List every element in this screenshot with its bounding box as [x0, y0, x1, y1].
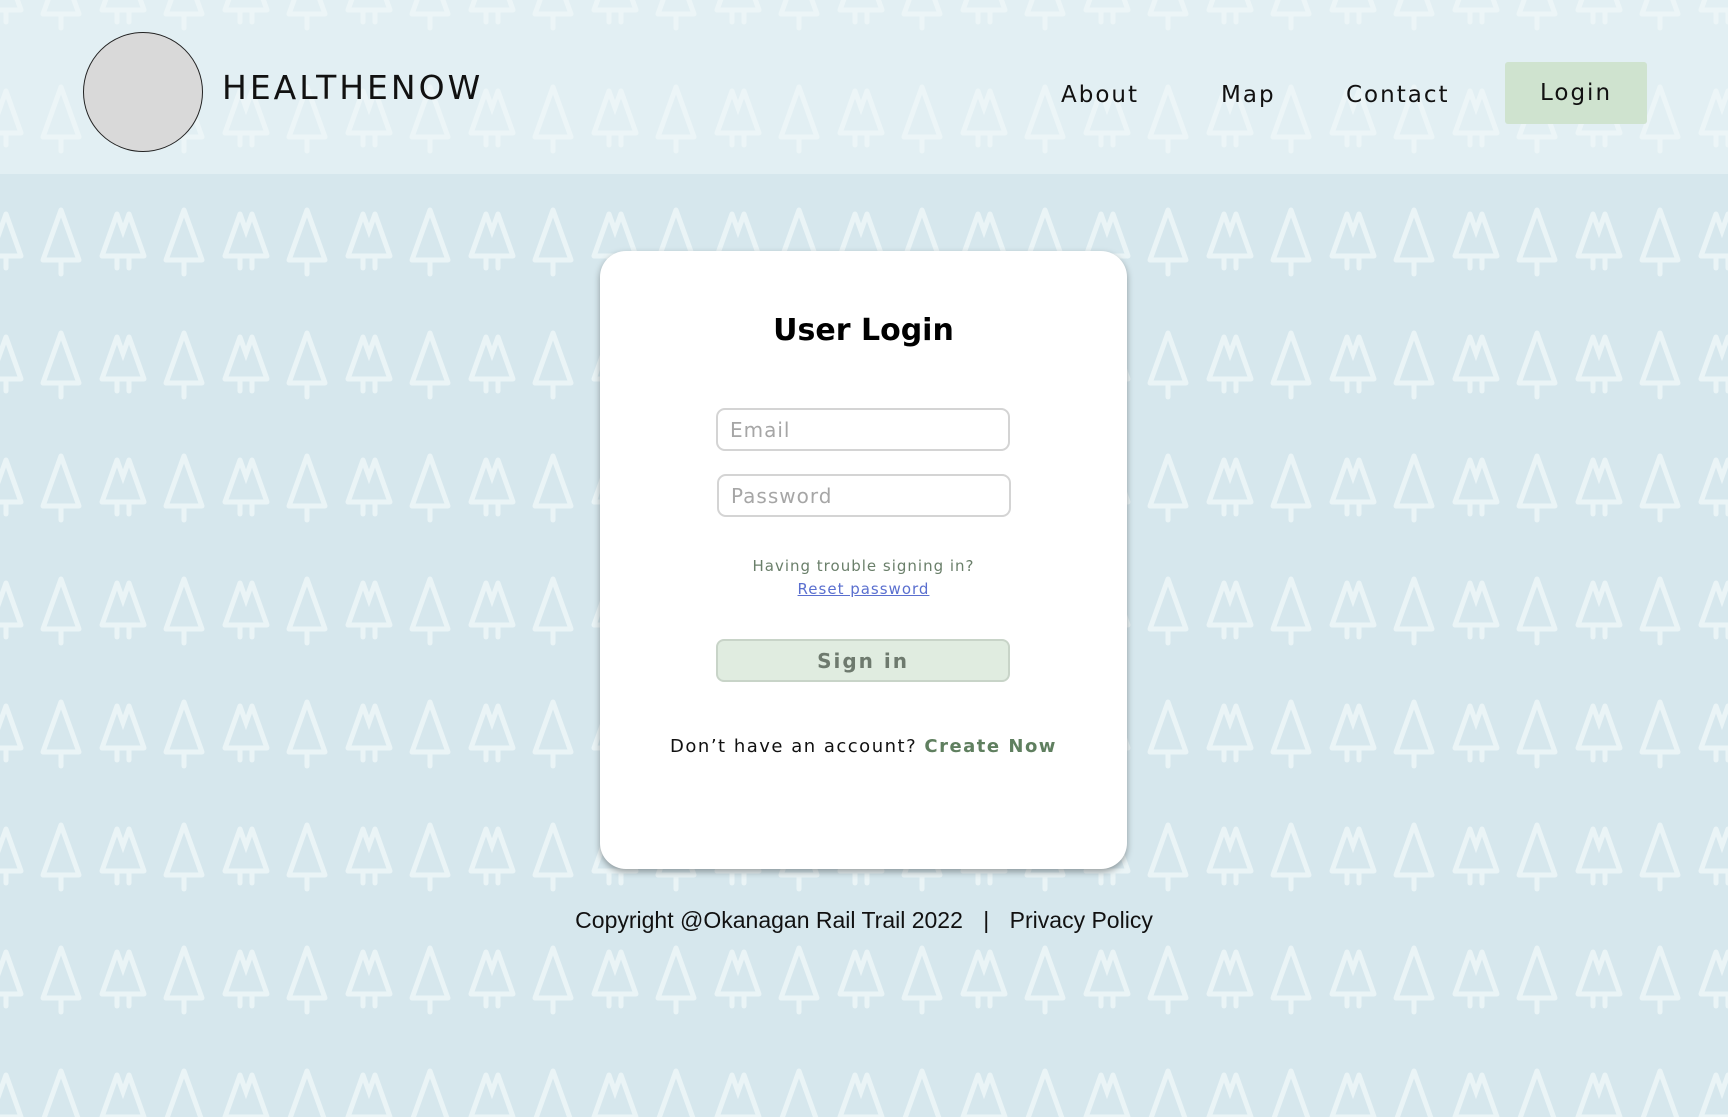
password-input[interactable]	[717, 474, 1011, 517]
trouble-signing-in-text: Having trouble signing in?	[752, 557, 975, 575]
login-title: User Login	[773, 313, 954, 348]
nav-contact-link[interactable]: Contact	[1346, 78, 1449, 112]
site-header: HEALTHENOW About Map Contact Login	[0, 0, 1728, 174]
email-input[interactable]	[716, 408, 1010, 451]
no-account-text: Don’t have an account?	[670, 736, 918, 757]
nav-about-link[interactable]: About	[1061, 78, 1139, 112]
copyright-text: Copyright @Okanagan Rail Trail 2022	[575, 907, 963, 933]
sign-in-button[interactable]: Sign in	[716, 639, 1010, 682]
reset-password-row: Reset password	[600, 580, 1127, 598]
brand-name[interactable]: HEALTHENOW	[222, 68, 483, 108]
site-footer: Copyright @Okanagan Rail Trail 2022 | Pr…	[0, 907, 1728, 934]
nav-login-button[interactable]: Login	[1505, 62, 1647, 124]
login-card: User Login Having trouble signing in? Re…	[600, 251, 1127, 869]
footer-separator: |	[983, 907, 990, 933]
privacy-policy-link[interactable]: Privacy Policy	[1010, 907, 1153, 933]
create-now-link[interactable]: Create Now	[924, 736, 1057, 757]
create-account-row: Don’t have an account? Create Now	[600, 736, 1127, 757]
logo-placeholder[interactable]	[83, 32, 203, 152]
reset-password-link[interactable]: Reset password	[798, 580, 930, 598]
nav-map-link[interactable]: Map	[1221, 78, 1276, 112]
